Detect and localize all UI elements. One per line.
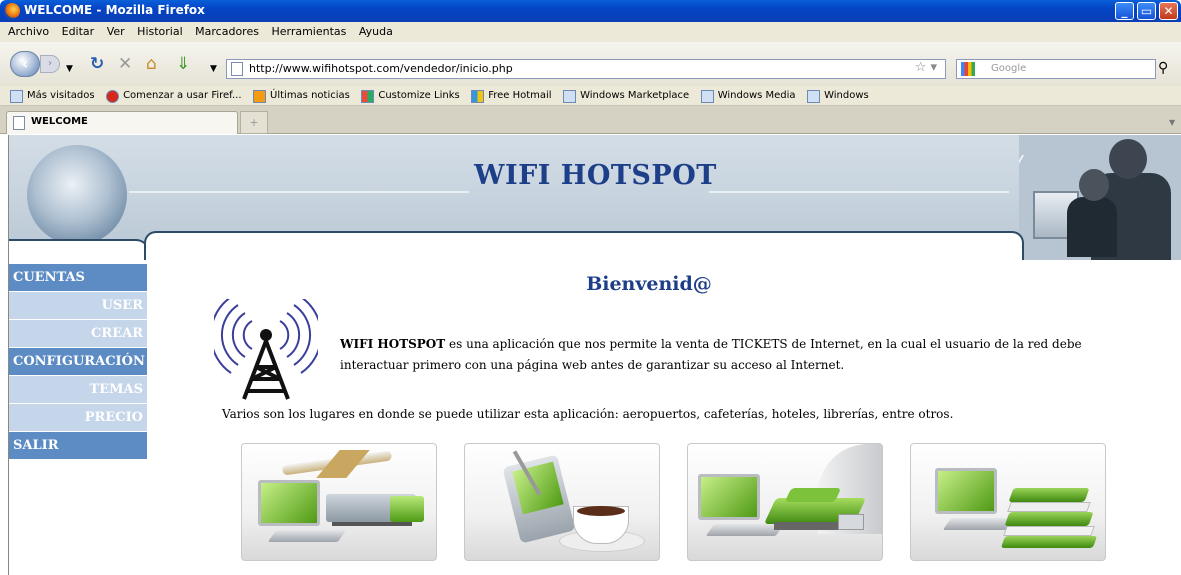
business-people-image (1019, 135, 1181, 260)
firefox-icon (4, 3, 20, 19)
google-icon (961, 62, 975, 76)
windows-icon (361, 89, 375, 103)
close-button[interactable]: ✕ (1159, 2, 1178, 20)
header-decoration (709, 191, 1009, 193)
bookmark-icon (106, 89, 120, 103)
sidebar-item-precio[interactable]: PRECIO (9, 404, 147, 432)
hotel-image (687, 443, 883, 561)
rss-icon (253, 89, 267, 103)
page-icon (13, 116, 25, 130)
window-title: WELCOME - Mozilla Firefox (24, 3, 205, 17)
menu-herramientas[interactable]: Herramientas (271, 22, 346, 42)
bookmark-item[interactable]: Windows (807, 86, 869, 106)
sidebar-item-salir[interactable]: SALIR (9, 432, 147, 460)
places-paragraph: Varios son los lugares en donde se puede… (222, 407, 954, 421)
reload-icon[interactable]: ↻ (90, 54, 104, 74)
home-icon[interactable]: ⌂ (146, 54, 157, 74)
header-frame (144, 231, 1024, 260)
sidebar-item-configuracion[interactable]: CONFIGURACIÓN (9, 348, 147, 376)
navigation-toolbar: ‹ › ▼ ↻ ✕ ⌂ ⇓ ▼ http://www.wifihotspot.c… (0, 42, 1181, 86)
menu-bar: Archivo Editar Ver Historial Marcadores … (0, 22, 1181, 42)
airport-image (241, 443, 437, 561)
sidebar-item-cuentas[interactable]: CUENTAS (9, 264, 147, 292)
page-icon (231, 62, 243, 76)
page-content: WIFI HOTSPOT CUENTAS USER CREAR CONFIGUR… (8, 135, 1181, 575)
site-header: WIFI HOTSPOT (9, 135, 1181, 260)
bookmark-star-icon[interactable]: ☆ ▾ (915, 60, 937, 75)
sidebar-menu: CUENTAS USER CREAR CONFIGURACIÓN TEMAS P… (9, 264, 147, 460)
tab-list-icon[interactable]: ▼ (1169, 111, 1179, 134)
page-icon (807, 89, 821, 103)
bookmark-item[interactable]: Más visitados (10, 86, 95, 106)
antenna-icon (214, 299, 318, 400)
minimize-button[interactable]: _ (1115, 2, 1134, 20)
intro-brand: WIFI HOTSPOT (340, 337, 446, 351)
menu-marcadores[interactable]: Marcadores (195, 22, 259, 42)
url-bar[interactable]: http://www.wifihotspot.com/vendedor/inic… (226, 59, 946, 79)
url-text: http://www.wifihotspot.com/vendedor/inic… (249, 62, 513, 75)
forward-button[interactable]: › (40, 55, 60, 73)
bookmark-item[interactable]: Free Hotmail (471, 86, 552, 106)
bookmark-item[interactable]: Comenzar a usar Firef... (106, 86, 242, 106)
menu-archivo[interactable]: Archivo (8, 22, 49, 42)
tab-strip: WELCOME + ▼ (0, 106, 1181, 134)
search-bar[interactable]: Google (956, 59, 1156, 79)
intro-text: es una aplicación que nos permite la ven… (340, 337, 1082, 372)
welcome-heading: Bienvenid@ (586, 273, 712, 295)
tab-welcome[interactable]: WELCOME (6, 111, 238, 134)
menu-editar[interactable]: Editar (62, 22, 95, 42)
search-icon[interactable]: ⚲ (1158, 60, 1168, 76)
bookmark-icon (10, 89, 23, 103)
windows-icon (471, 89, 485, 103)
dropdown-icon[interactable]: ▼ (210, 59, 217, 79)
site-title: WIFI HOTSPOT (474, 160, 717, 191)
sidebar-item-user[interactable]: USER (9, 292, 147, 320)
download-icon[interactable]: ⇓ (176, 54, 190, 74)
maximize-button[interactable]: ▭ (1137, 2, 1156, 20)
sidebar-item-crear[interactable]: CREAR (9, 320, 147, 348)
bookmark-item[interactable]: Últimas noticias (253, 86, 350, 106)
bookmark-item[interactable]: Windows Media (700, 86, 796, 106)
history-dropdown-icon[interactable]: ▼ (66, 59, 73, 79)
library-image (910, 443, 1106, 561)
new-tab-button[interactable]: + (240, 111, 268, 134)
bookmarks-bar: Más visitados Comenzar a usar Firef... Ú… (0, 86, 1181, 106)
sidebar-item-temas[interactable]: TEMAS (9, 376, 147, 404)
back-button[interactable]: ‹ (10, 51, 40, 77)
header-frame (9, 239, 150, 260)
bookmark-item[interactable]: Windows Marketplace (563, 86, 689, 106)
bookmark-item[interactable]: Customize Links (361, 86, 460, 106)
menu-ayuda[interactable]: Ayuda (359, 22, 393, 42)
menu-ver[interactable]: Ver (107, 22, 125, 42)
menu-historial[interactable]: Historial (137, 22, 182, 42)
tab-label: WELCOME (31, 116, 88, 127)
header-decoration (129, 191, 469, 193)
intro-paragraph: WIFI HOTSPOT es una aplicación que nos p… (340, 334, 1140, 376)
page-icon (700, 89, 714, 103)
search-placeholder: Google (991, 63, 1027, 74)
stop-icon[interactable]: ✕ (118, 54, 132, 74)
window-titlebar: WELCOME - Mozilla Firefox _ ▭ ✕ (0, 0, 1181, 22)
page-icon (563, 89, 577, 103)
cafe-image (464, 443, 660, 561)
